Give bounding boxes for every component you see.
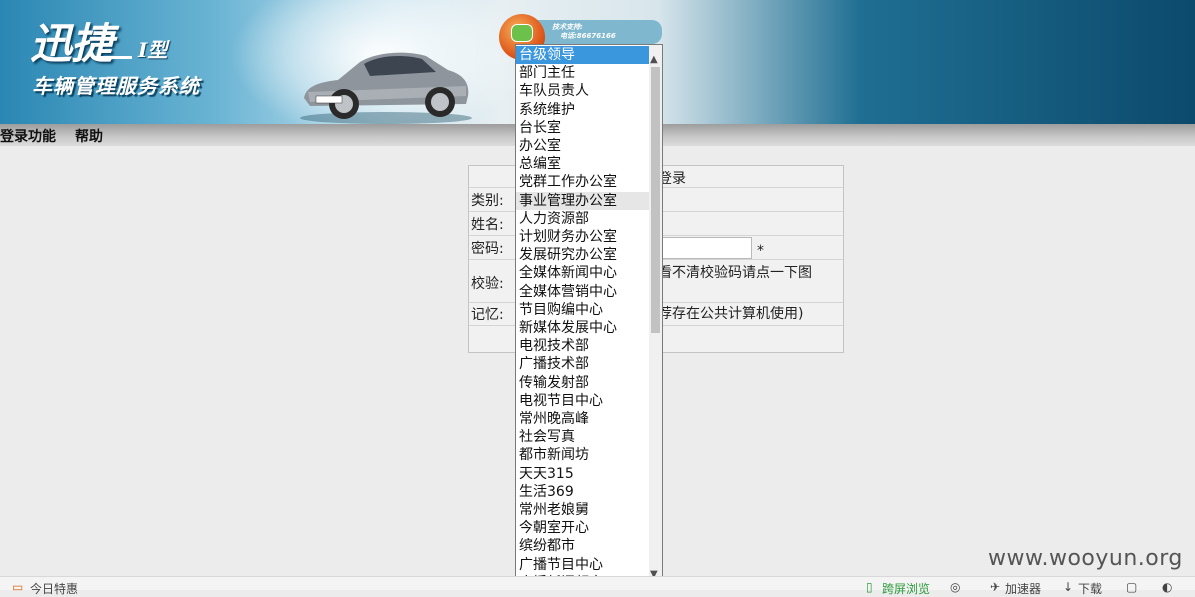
dropdown-option[interactable]: 广播节目中心 bbox=[516, 556, 650, 574]
logo-underline bbox=[92, 56, 132, 59]
download-icon: ↓ bbox=[1063, 580, 1074, 594]
dropdown-option[interactable]: 常州老娘舅 bbox=[516, 501, 650, 519]
dropdown-option[interactable]: 广播技术部 bbox=[516, 355, 650, 373]
menu-login-function[interactable]: 登录功能 bbox=[0, 126, 56, 146]
menu-help[interactable]: 帮助 bbox=[75, 126, 103, 146]
dropdown-option[interactable]: 电视节目中心 bbox=[516, 392, 650, 410]
dropdown-option[interactable]: 天天315 bbox=[516, 465, 650, 483]
scroll-thumb[interactable] bbox=[651, 67, 660, 333]
dropdown-option[interactable]: 计划财务办公室 bbox=[516, 228, 650, 246]
dropdown-option[interactable]: 电视技术部 bbox=[516, 337, 650, 355]
dropdown-option[interactable]: 全媒体新闻中心 bbox=[516, 264, 650, 282]
support-label: 技术支持: bbox=[552, 23, 583, 31]
window-icon[interactable]: ▢ bbox=[1126, 580, 1137, 594]
logo-title: 迅捷 bbox=[30, 19, 113, 68]
scroll-up-icon[interactable]: ▲ bbox=[650, 54, 658, 66]
dropdown-option[interactable]: 台级领导 bbox=[516, 46, 650, 64]
dropdown-option[interactable]: 都市新闻坊 bbox=[516, 446, 650, 464]
watermark: www.wooyun.org bbox=[988, 546, 1183, 571]
dropdown-scrollbar[interactable]: ▲ ▼ bbox=[649, 45, 662, 590]
dropdown-option[interactable]: 事业管理办公室 bbox=[516, 191, 650, 210]
dropdown-option[interactable]: 车队员责人 bbox=[516, 82, 650, 100]
dropdown-option[interactable]: 新媒体发展中心 bbox=[516, 319, 650, 337]
password-input[interactable] bbox=[654, 237, 752, 259]
dropdown-option[interactable]: 社会写真 bbox=[516, 428, 650, 446]
dropdown-option[interactable]: 发展研究办公室 bbox=[516, 246, 650, 264]
dropdown-option[interactable]: 系统维护 bbox=[516, 101, 650, 119]
dropdown-option[interactable]: 全媒体营销中心 bbox=[516, 283, 650, 301]
dropdown-option[interactable]: 人力资源部 bbox=[516, 210, 650, 228]
captcha-hint[interactable]: 看不清校验码请点一下图 bbox=[658, 262, 812, 282]
dropdown-option[interactable]: 常州晚高峰 bbox=[516, 410, 650, 428]
dropdown-option[interactable]: 部门主任 bbox=[516, 64, 650, 82]
accelerator-icon: ✈ bbox=[990, 580, 1001, 594]
category-dropdown-list[interactable]: 台级领导 部门主任 车队员责人 系统维护 台长室 办公室 总编室 党群工作办公室 事业管理办公室… bbox=[515, 44, 663, 590]
dropdown-option[interactable]: 生活369 bbox=[516, 483, 650, 501]
dropdown-option[interactable]: 今朝室开心 bbox=[516, 519, 650, 537]
name-label: 姓名: bbox=[471, 217, 504, 233]
dropdown-option[interactable]: 总编室 bbox=[516, 155, 650, 173]
category-label: 类别: bbox=[471, 193, 504, 209]
remember-hint: 荐存在公共计算机使用) bbox=[658, 306, 804, 322]
dropdown-option[interactable]: 缤纷都市 bbox=[516, 537, 650, 555]
cross-screen-icon: ▯ bbox=[866, 580, 873, 594]
deal-icon: ▭ bbox=[12, 580, 24, 594]
dropdown-option[interactable]: 党群工作办公室 bbox=[516, 173, 650, 191]
captcha-label: 校验: bbox=[471, 276, 504, 292]
dropdown-option[interactable]: 办公室 bbox=[516, 137, 650, 155]
dropdown-option[interactable]: 节目购编中心 bbox=[516, 301, 650, 319]
remember-label: 记忆: bbox=[471, 307, 504, 323]
dropdown-option[interactable]: 台长室 bbox=[516, 119, 650, 137]
car-image bbox=[300, 52, 472, 124]
required-mark: * bbox=[757, 243, 764, 259]
support-phone: 电话:86676166 bbox=[560, 32, 616, 40]
logo-type: I型 bbox=[138, 38, 168, 62]
system-name: 车辆管理服务系统 bbox=[32, 74, 200, 98]
password-label: 密码: bbox=[471, 241, 504, 257]
refresh-icon[interactable]: ◎ bbox=[950, 580, 960, 594]
settings-icon[interactable]: ◐ bbox=[1162, 580, 1172, 594]
dropdown-option[interactable]: 传输发射部 bbox=[516, 374, 650, 392]
